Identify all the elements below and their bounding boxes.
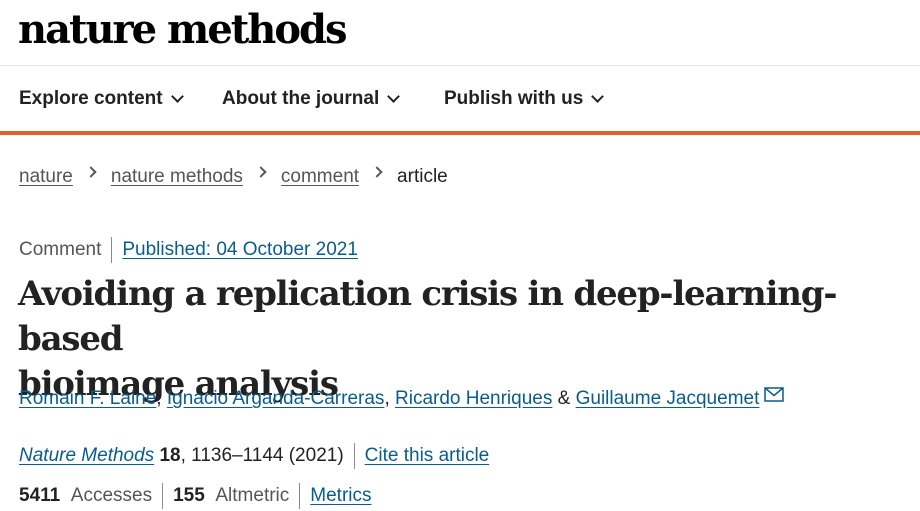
altmetric-label: Altmetric — [215, 485, 290, 506]
nav-item-label: Publish with us — [444, 88, 584, 109]
accesses-label: Accesses — [70, 485, 153, 506]
article-meta: Comment Published: 04 October 2021 — [19, 237, 358, 263]
author-list: Romain F. Laine, Ignacio Arganda-Carrera… — [19, 386, 785, 410]
citation-line: Nature Methods 18 , 1136–1144 (2021) Cit… — [19, 443, 489, 469]
chevron-down-icon — [170, 89, 184, 103]
author-and: & — [557, 388, 571, 409]
main-nav: Explore content About the journal Publis… — [0, 66, 920, 135]
author-link[interactable]: Ricardo Henriques — [395, 388, 552, 410]
author-link[interactable]: Guillaume Jacquemet — [576, 388, 760, 410]
journal-link[interactable]: Nature Methods — [19, 445, 154, 467]
published-date-link[interactable]: Published: 04 October 2021 — [122, 239, 358, 261]
metrics-link[interactable]: Metrics — [310, 485, 371, 507]
breadcrumb-nature-methods[interactable]: nature methods — [111, 166, 243, 188]
nav-about-journal[interactable]: About the journal — [222, 88, 401, 110]
divider — [162, 483, 164, 509]
chevron-down-icon — [387, 89, 401, 103]
divider — [111, 237, 113, 263]
author-separator: , — [384, 388, 390, 409]
article-type: Comment — [19, 239, 102, 260]
author-separator: , — [156, 388, 162, 409]
divider — [353, 443, 355, 469]
chevron-down-icon — [591, 89, 605, 103]
breadcrumb-current: article — [397, 166, 448, 187]
accesses-count: 5411 — [19, 485, 61, 506]
chevron-right-icon — [371, 166, 383, 178]
cite-this-article-link[interactable]: Cite this article — [365, 445, 490, 467]
chevron-right-icon — [85, 166, 97, 178]
pages-year: , 1136–1144 (2021) — [180, 445, 344, 466]
nav-explore-content[interactable]: Explore content — [19, 88, 184, 110]
article-title-line: Avoiding a replication crisis in deep-le… — [18, 274, 837, 359]
chevron-right-icon — [255, 166, 267, 178]
nav-item-label: Explore content — [19, 88, 163, 109]
article-metrics: 5411 Accesses 155 Altmetric Metrics — [19, 483, 372, 509]
breadcrumb-nature[interactable]: nature — [19, 166, 73, 188]
breadcrumb-comment[interactable]: comment — [281, 166, 359, 188]
nav-item-label: About the journal — [222, 88, 380, 109]
site-header: nature methods — [0, 0, 920, 66]
author-link[interactable]: Romain F. Laine — [19, 388, 156, 410]
breadcrumb: nature nature methods comment article — [19, 166, 448, 188]
author-link[interactable]: Ignacio Arganda-Carreras — [167, 388, 385, 410]
journal-logo[interactable]: nature methods — [18, 6, 348, 53]
volume: 18 — [159, 445, 181, 466]
nav-publish-with-us[interactable]: Publish with us — [444, 88, 605, 110]
divider — [299, 483, 301, 509]
email-icon[interactable] — [764, 386, 785, 402]
altmetric-count: 155 — [173, 485, 205, 506]
